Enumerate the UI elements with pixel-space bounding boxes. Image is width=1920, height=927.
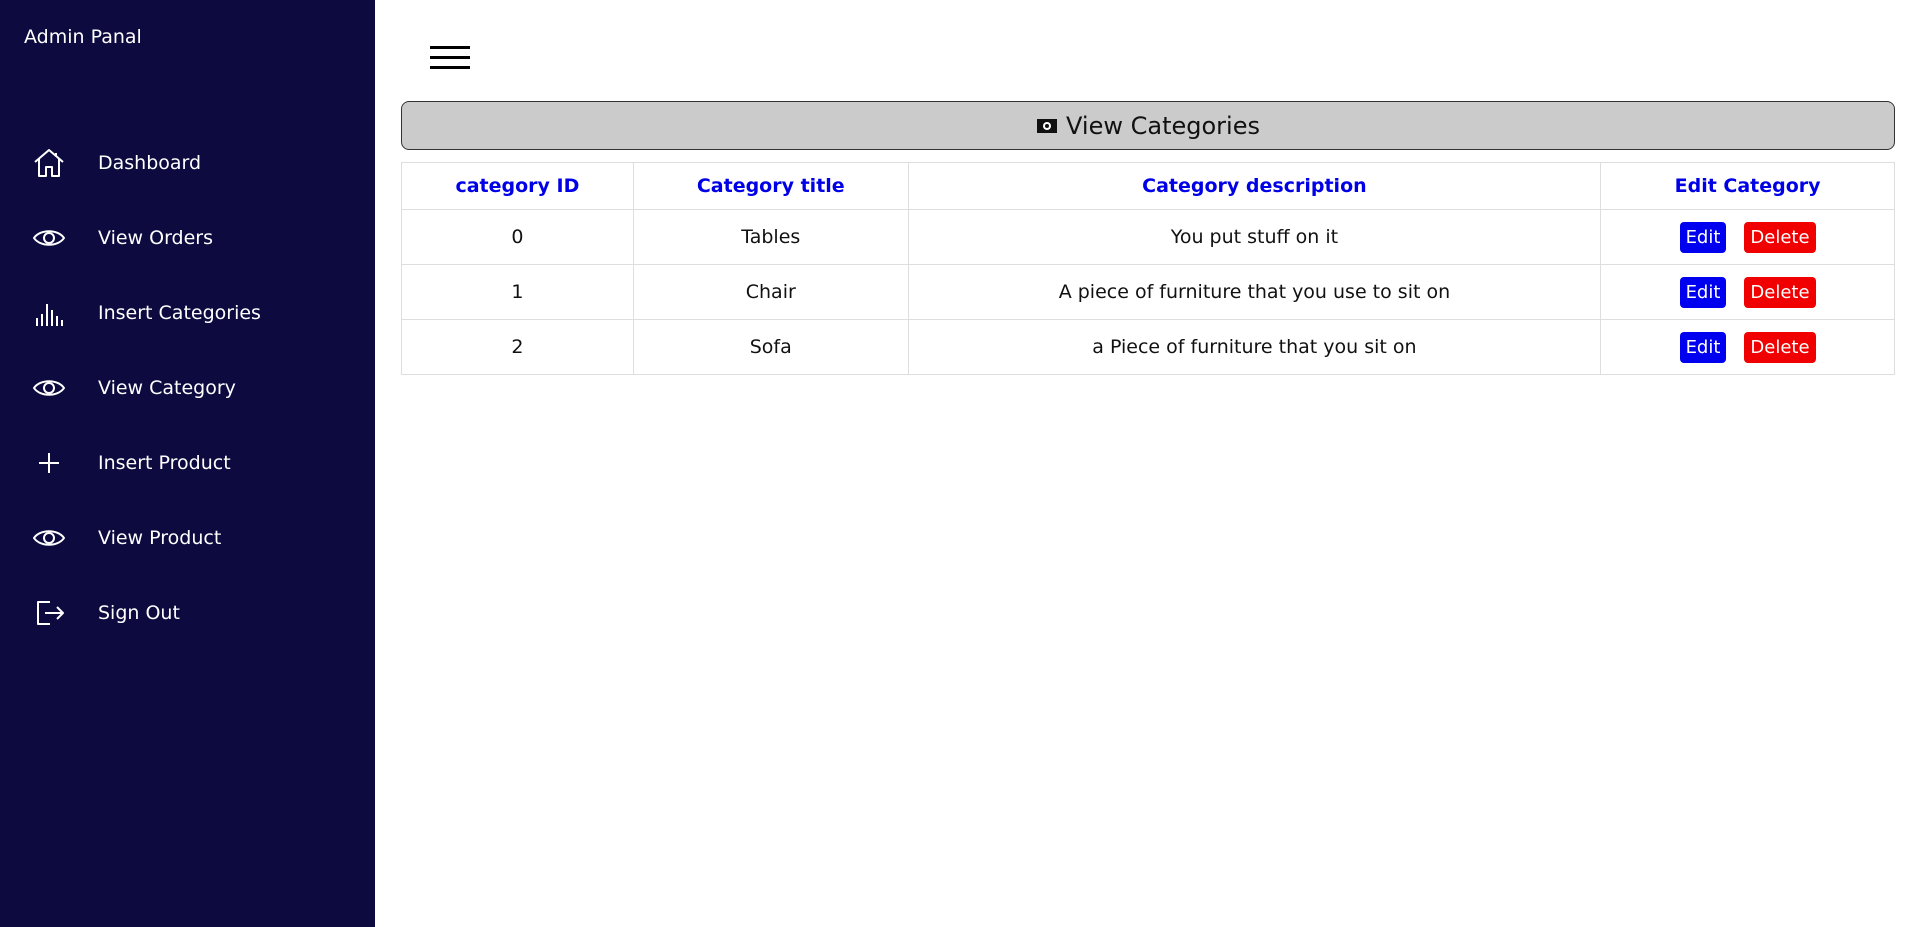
sidebar-item-view-product[interactable]: View Product <box>0 500 375 575</box>
delete-button[interactable]: Delete <box>1744 276 1816 308</box>
delete-button[interactable]: Delete <box>1744 331 1816 363</box>
sidebar-item-label: View Orders <box>98 226 214 249</box>
plus-icon <box>32 446 66 480</box>
cell-category-title: Tables <box>632 209 909 265</box>
column-header-edit-category: Edit Category <box>1600 162 1895 210</box>
sidebar-item-insert-categories[interactable]: Insert Categories <box>0 275 375 350</box>
sidebar-item-label: Sign Out <box>98 601 180 624</box>
sidebar-item-view-category[interactable]: View Category <box>0 350 375 425</box>
sidebar-item-label: Insert Product <box>98 451 231 474</box>
money-icon <box>1036 116 1058 136</box>
cell-category-id: 2 <box>401 319 634 375</box>
brand-title: Admin Panal <box>24 26 142 48</box>
eye-icon <box>32 521 66 555</box>
sign-out-icon <box>32 596 66 630</box>
table-header-row: category ID Category title Category desc… <box>401 162 1895 210</box>
edit-button[interactable]: Edit <box>1679 331 1727 363</box>
cell-category-id: 1 <box>401 264 634 320</box>
sidebar-item-label: View Product <box>98 526 222 549</box>
page-title-bar: View Categories <box>401 101 1895 150</box>
cell-actions: Edit Delete <box>1600 319 1895 375</box>
sidebar: Admin Panal Dashboard View Orders Insert… <box>0 0 375 927</box>
cell-category-description: You put stuff on it <box>907 209 1602 265</box>
cell-category-description: a Piece of furniture that you sit on <box>907 319 1602 375</box>
main-content: View Categories category ID Category tit… <box>375 0 1920 927</box>
categories-table: category ID Category title Category desc… <box>401 162 1895 375</box>
cell-category-description: A piece of furniture that you use to sit… <box>907 264 1602 320</box>
sidebar-item-dashboard[interactable]: Dashboard <box>0 125 375 200</box>
hamburger-menu-icon[interactable] <box>430 46 470 76</box>
table-row: 2 Sofa a Piece of furniture that you sit… <box>401 319 1895 375</box>
sidebar-item-view-orders[interactable]: View Orders <box>0 200 375 275</box>
column-header-category-description: Category description <box>907 162 1602 210</box>
cell-category-title: Sofa <box>632 319 909 375</box>
eye-icon <box>32 221 66 255</box>
cell-category-id: 0 <box>401 209 634 265</box>
sidebar-nav: Dashboard View Orders Insert Categories … <box>0 125 375 650</box>
edit-button[interactable]: Edit <box>1679 276 1727 308</box>
sidebar-item-label: View Category <box>98 376 236 399</box>
edit-button[interactable]: Edit <box>1679 221 1727 253</box>
cell-category-title: Chair <box>632 264 909 320</box>
cell-actions: Edit Delete <box>1600 209 1895 265</box>
sidebar-item-label: Dashboard <box>98 151 202 174</box>
bar-chart-icon <box>32 296 66 330</box>
table-row: 0 Tables You put stuff on it Edit Delete <box>401 209 1895 265</box>
cell-actions: Edit Delete <box>1600 264 1895 320</box>
column-header-category-id: category ID <box>401 162 634 210</box>
sidebar-item-sign-out[interactable]: Sign Out <box>0 575 375 650</box>
home-icon <box>32 146 66 180</box>
column-header-category-title: Category title <box>632 162 909 210</box>
sidebar-item-label: Insert Categories <box>98 301 261 324</box>
eye-icon <box>32 371 66 405</box>
page-title: View Categories <box>1066 111 1260 140</box>
delete-button[interactable]: Delete <box>1744 221 1816 253</box>
table-row: 1 Chair A piece of furniture that you us… <box>401 264 1895 320</box>
sidebar-item-insert-product[interactable]: Insert Product <box>0 425 375 500</box>
